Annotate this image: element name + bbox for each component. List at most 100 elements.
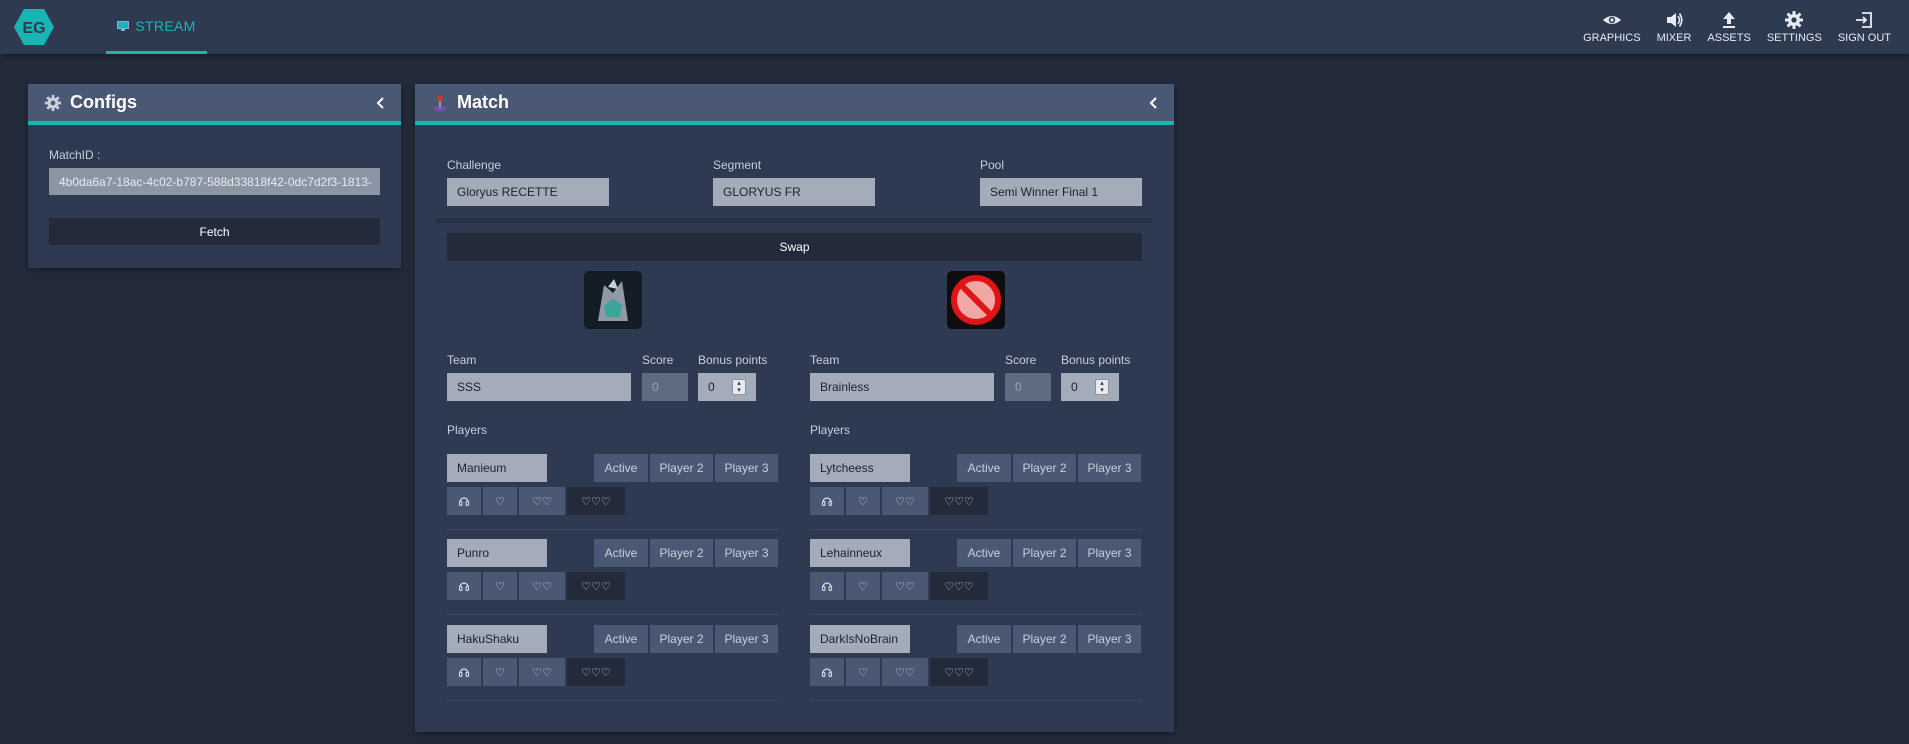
- headset-icon: [458, 582, 470, 592]
- team-2-name-field[interactable]: Brainless: [810, 373, 994, 401]
- lives-2-button[interactable]: ♡♡: [519, 658, 565, 686]
- nav-mixer-label: MIXER: [1656, 32, 1692, 44]
- nav-settings[interactable]: SETTINGS: [1759, 0, 1830, 54]
- lives-1-button[interactable]: ♡: [483, 487, 517, 515]
- player-slot-2-button[interactable]: Player 2: [1013, 454, 1076, 482]
- headset-button[interactable]: [447, 658, 481, 686]
- player-slot-3-button[interactable]: Player 3: [1078, 454, 1141, 482]
- lives-1-button[interactable]: ♡: [846, 572, 880, 600]
- chevron-left-icon[interactable]: [375, 97, 387, 109]
- lives-1-button[interactable]: ♡: [846, 487, 880, 515]
- lives-3-button[interactable]: ♡♡♡: [930, 487, 988, 515]
- eye-icon: [1602, 16, 1621, 24]
- nav-sign-out[interactable]: SIGN OUT: [1830, 0, 1899, 54]
- player-row-separator: [810, 700, 1141, 701]
- pool-field[interactable]: Semi Winner Final 1: [980, 178, 1142, 206]
- upload-icon: [1723, 12, 1736, 28]
- pool-label: Pool: [980, 158, 1005, 172]
- matchid-label: MatchID :: [49, 148, 101, 162]
- player-slot-2-button[interactable]: Player 2: [1013, 539, 1076, 567]
- team-1-score-label: Score: [642, 353, 674, 367]
- team-2-score-field: 0: [1005, 373, 1051, 401]
- player-slot-1-button[interactable]: Active: [594, 454, 648, 482]
- player-slot-2-button[interactable]: Player 2: [650, 625, 713, 653]
- tab-stream-label: STREAM: [135, 17, 196, 34]
- team-2-team-label: Team: [810, 353, 840, 367]
- lives-3-button[interactable]: ♡♡♡: [930, 572, 988, 600]
- challenge-field[interactable]: Gloryus RECETTE: [447, 178, 609, 206]
- chevron-left-icon[interactable]: [1148, 97, 1160, 109]
- player-name-field[interactable]: DarkIsNoBrain: [810, 625, 910, 653]
- player-row-separator: [810, 529, 1141, 530]
- matchid-input[interactable]: 4b0da6a7-18ac-4c02-b787-588d33818f42-0dc…: [49, 168, 380, 195]
- team-2-bonus-stepper[interactable]: 0 ▴ ▾: [1061, 373, 1119, 401]
- lives-2-button[interactable]: ♡♡: [882, 658, 928, 686]
- challenge-label: Challenge: [447, 158, 502, 172]
- lives-1-button[interactable]: ♡: [483, 572, 517, 600]
- nav-sign-out-label: SIGN OUT: [1837, 32, 1891, 44]
- segment-field[interactable]: GLORYUS FR: [713, 178, 875, 206]
- player-slot-1-button[interactable]: Active: [594, 625, 648, 653]
- svg-text:EG: EG: [22, 20, 45, 37]
- tab-stream[interactable]: STREAM: [106, 0, 207, 54]
- player-name-field[interactable]: Lytcheess: [810, 454, 910, 482]
- nav-assets[interactable]: ASSETS: [1699, 0, 1758, 54]
- match-header: Match: [415, 84, 1174, 125]
- player-slot-1-button[interactable]: Active: [957, 539, 1011, 567]
- lives-3-button[interactable]: ♡♡♡: [567, 572, 625, 600]
- speaker-icon: [1666, 13, 1683, 27]
- lives-2-button[interactable]: ♡♡: [882, 572, 928, 600]
- player-slot-3-button[interactable]: Player 3: [1078, 625, 1141, 653]
- headset-button[interactable]: [810, 572, 844, 600]
- lives-2-button[interactable]: ♡♡: [519, 572, 565, 600]
- player-slot-3-button[interactable]: Player 3: [1078, 539, 1141, 567]
- headset-button[interactable]: [810, 487, 844, 515]
- lives-2-button[interactable]: ♡♡: [519, 487, 565, 515]
- spinner-arrows-icon[interactable]: ▴ ▾: [732, 379, 746, 395]
- team-1-bonus-stepper[interactable]: 0 ▴ ▾: [698, 373, 756, 401]
- player-slot-2-button[interactable]: Player 2: [650, 539, 713, 567]
- nav-assets-label: ASSETS: [1707, 32, 1751, 44]
- gear-icon: [1785, 11, 1804, 29]
- player-slot-1-button[interactable]: Active: [957, 625, 1011, 653]
- fetch-button[interactable]: Fetch: [49, 218, 380, 245]
- nav-mixer[interactable]: MIXER: [1649, 0, 1700, 54]
- team-1-logo: [584, 271, 642, 329]
- player-slot-3-button[interactable]: Player 3: [715, 539, 778, 567]
- headset-button[interactable]: [447, 572, 481, 600]
- lives-3-button[interactable]: ♡♡♡: [930, 658, 988, 686]
- app-logo[interactable]: EG: [14, 8, 54, 46]
- player-name-field[interactable]: Manieum: [447, 454, 547, 482]
- team-1-name-field[interactable]: SSS: [447, 373, 631, 401]
- team-1-logo-art: [584, 271, 642, 329]
- player-name-field[interactable]: Punro: [447, 539, 547, 567]
- lives-3-button[interactable]: ♡♡♡: [567, 487, 625, 515]
- gear-icon: [44, 94, 62, 111]
- configs-header: Configs: [28, 84, 401, 125]
- swap-button[interactable]: Swap: [447, 233, 1142, 261]
- headset-icon: [821, 582, 833, 592]
- headset-button[interactable]: [810, 658, 844, 686]
- segment-label: Segment: [713, 158, 762, 172]
- top-nav: GRAPHICS MIXER ASSETS SETTINGS SIGN OUT: [1575, 0, 1899, 54]
- player-slot-3-button[interactable]: Player 3: [715, 625, 778, 653]
- player-slot-2-button[interactable]: Player 2: [1013, 625, 1076, 653]
- match-title: Match: [457, 92, 510, 112]
- headset-button[interactable]: [447, 487, 481, 515]
- nav-graphics[interactable]: GRAPHICS: [1575, 0, 1648, 54]
- player-name-field[interactable]: Lehainneux: [810, 539, 910, 567]
- lives-1-button[interactable]: ♡: [483, 658, 517, 686]
- player-slot-3-button[interactable]: Player 3: [715, 454, 778, 482]
- spinner-arrows-icon[interactable]: ▴ ▾: [1095, 379, 1109, 395]
- lives-1-button[interactable]: ♡: [846, 658, 880, 686]
- nav-graphics-label: GRAPHICS: [1583, 32, 1641, 44]
- player-slot-1-button[interactable]: Active: [957, 454, 1011, 482]
- player-name-field[interactable]: HakuShaku: [447, 625, 547, 653]
- lives-3-button[interactable]: ♡♡♡: [567, 658, 625, 686]
- lives-2-button[interactable]: ♡♡: [882, 487, 928, 515]
- player-slot-1-button[interactable]: Active: [594, 539, 648, 567]
- headset-icon: [458, 668, 470, 678]
- team-1-players-label: Players: [447, 423, 488, 437]
- player-row-separator: [447, 700, 778, 701]
- player-slot-2-button[interactable]: Player 2: [650, 454, 713, 482]
